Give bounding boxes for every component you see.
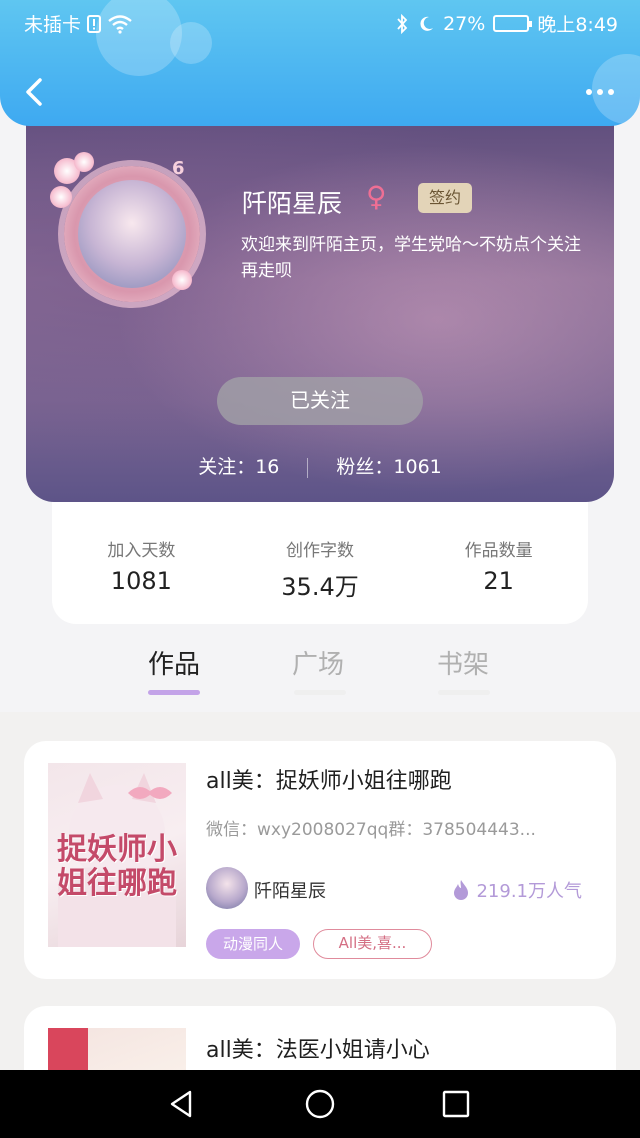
dot-icon [586,89,592,95]
tab-indicator [294,690,346,695]
tab-square[interactable]: 广场 [292,644,344,681]
stat-value: 1081 [110,567,172,595]
book-cover[interactable]: 捉妖师小姐往哪跑 [48,763,186,947]
nav-back-icon[interactable] [166,1088,198,1120]
tag-keywords[interactable]: All美,喜... [313,929,432,959]
stat-label: 作品数量 [464,541,533,561]
book-title[interactable]: all美：法医小姐请小心 [206,1032,430,1064]
nav-recents-icon[interactable] [440,1088,472,1120]
butterfly-decor-icon [172,270,192,290]
tab-works[interactable]: 作品 [148,644,200,681]
stat-work-count: 作品数量 21 [409,500,588,624]
tab-indicator [438,690,490,695]
stat-label: 创作字数 [286,541,354,561]
dot-icon [597,89,603,95]
carrier-text: 未插卡 [24,14,82,36]
avatar[interactable] [50,152,200,302]
wifi-icon [108,14,132,34]
back-button[interactable] [20,72,50,112]
stat-join-days: 加入天数 1081 [52,500,231,624]
cover-title: 捉妖师小姐往哪跑 [57,832,177,901]
stat-label: 加入天数 [107,541,176,561]
dot-icon [608,89,614,95]
avatar-image [78,180,186,288]
moon-icon [420,16,434,31]
stat-word-count: 创作字数 35.4万 [231,500,410,624]
tab-indicator [148,690,200,695]
user-bio: 欢迎来到阡陌主页，学生党哈～不妨点个关注再走呗 [241,235,581,281]
stat-value: 35.4万 [281,573,359,601]
status-bar: 未插卡 27% 晚上8:49 [0,8,640,37]
profile-card: 6 阡陌星辰 ♀ 签约 欢迎来到阡陌主页，学生党哈～不妨点个关注再走呗 已关注 … [26,96,614,502]
stats-card: 加入天数 1081 创作字数 35.4万 作品数量 21 [52,500,588,624]
book-description: 微信：wxy2008027qq群：378504443... [206,820,536,840]
divider [307,457,309,478]
follow-button[interactable]: 已关注 [217,377,423,425]
sim-alert-icon [87,14,102,33]
flower-decor-icon [74,152,94,172]
signed-badge: 签约 [418,183,472,213]
tag-category[interactable]: 动漫同人 [206,929,300,959]
top-header: 未插卡 27% 晚上8:49 [0,0,640,126]
chevron-left-icon [26,78,42,106]
more-options-button[interactable] [586,82,622,102]
battery-icon [493,15,533,32]
following-count[interactable]: 关注：16 [198,456,279,478]
cover-art-icon [48,1028,88,1076]
battery-percent: 27% [443,12,486,35]
bluetooth-icon [397,13,408,34]
level-badge: 6 [172,158,185,179]
user-name: 阡陌星辰 [242,189,343,218]
tab-bookshelf[interactable]: 书架 [437,644,489,681]
nav-home-icon[interactable] [304,1088,336,1120]
popularity-text: 219.1万人气 [476,881,582,902]
tab-bar: 作品 广场 书架 [0,640,640,700]
book-title[interactable]: all美：捉妖师小姐往哪跑 [206,763,452,795]
stat-value: 21 [483,567,514,595]
flower-decor-icon [50,186,72,208]
popularity: 219.1万人气 [452,877,582,903]
flame-icon [454,880,469,900]
female-icon: ♀ [366,180,387,213]
system-nav-bar [0,1070,640,1138]
author-avatar[interactable] [206,867,248,909]
book-card[interactable]: 捉妖师小姐往哪跑 all美：捉妖师小姐往哪跑 微信：wxy2008027qq群：… [24,741,616,979]
fans-count[interactable]: 粉丝：1061 [336,456,441,478]
clock-text: 晚上8:49 [537,14,618,36]
author-name[interactable]: 阡陌星辰 [254,877,326,903]
follow-stats: 关注：16 粉丝：1061 [26,452,614,479]
